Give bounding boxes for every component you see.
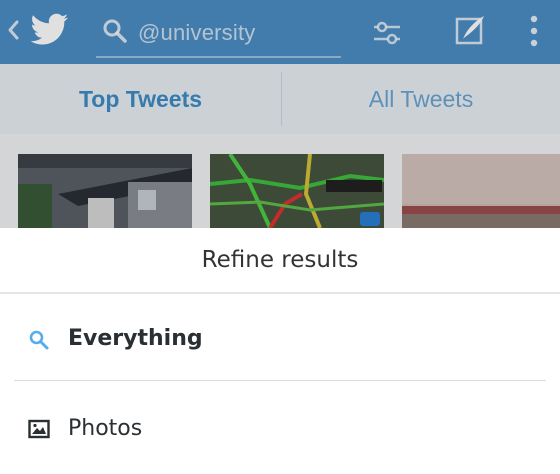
option-everything[interactable]: Everything [0, 296, 560, 384]
search-input[interactable]: @university [96, 10, 341, 58]
option-photos[interactable]: Photos [0, 386, 560, 474]
photo-thumbnail[interactable] [210, 154, 384, 228]
sheet-title: Refine results [201, 247, 359, 273]
photo-strip [0, 134, 560, 228]
photo-thumbnail[interactable] [402, 154, 560, 228]
tab-bar: Top Tweets All Tweets [0, 64, 560, 135]
refine-results-sheet: Refine results Everything Photos [0, 228, 560, 455]
compose-icon[interactable] [453, 13, 487, 52]
divider [14, 380, 546, 381]
divider [0, 292, 560, 294]
option-label: Everything [68, 326, 203, 351]
tab-all-tweets[interactable]: All Tweets [282, 64, 560, 134]
chevron-left-icon[interactable] [6, 18, 20, 47]
search-query: @university [138, 20, 256, 45]
image-icon [28, 419, 50, 444]
search-icon [28, 329, 50, 356]
option-label: Photos [68, 416, 143, 441]
app-bar: @university [0, 0, 560, 64]
more-vertical-icon[interactable] [528, 13, 540, 54]
twitter-bird-icon[interactable] [30, 12, 70, 53]
tab-top-tweets[interactable]: Top Tweets [0, 64, 281, 134]
search-icon [102, 18, 128, 49]
filter-icon[interactable] [371, 17, 403, 54]
photo-thumbnail[interactable] [18, 154, 192, 228]
